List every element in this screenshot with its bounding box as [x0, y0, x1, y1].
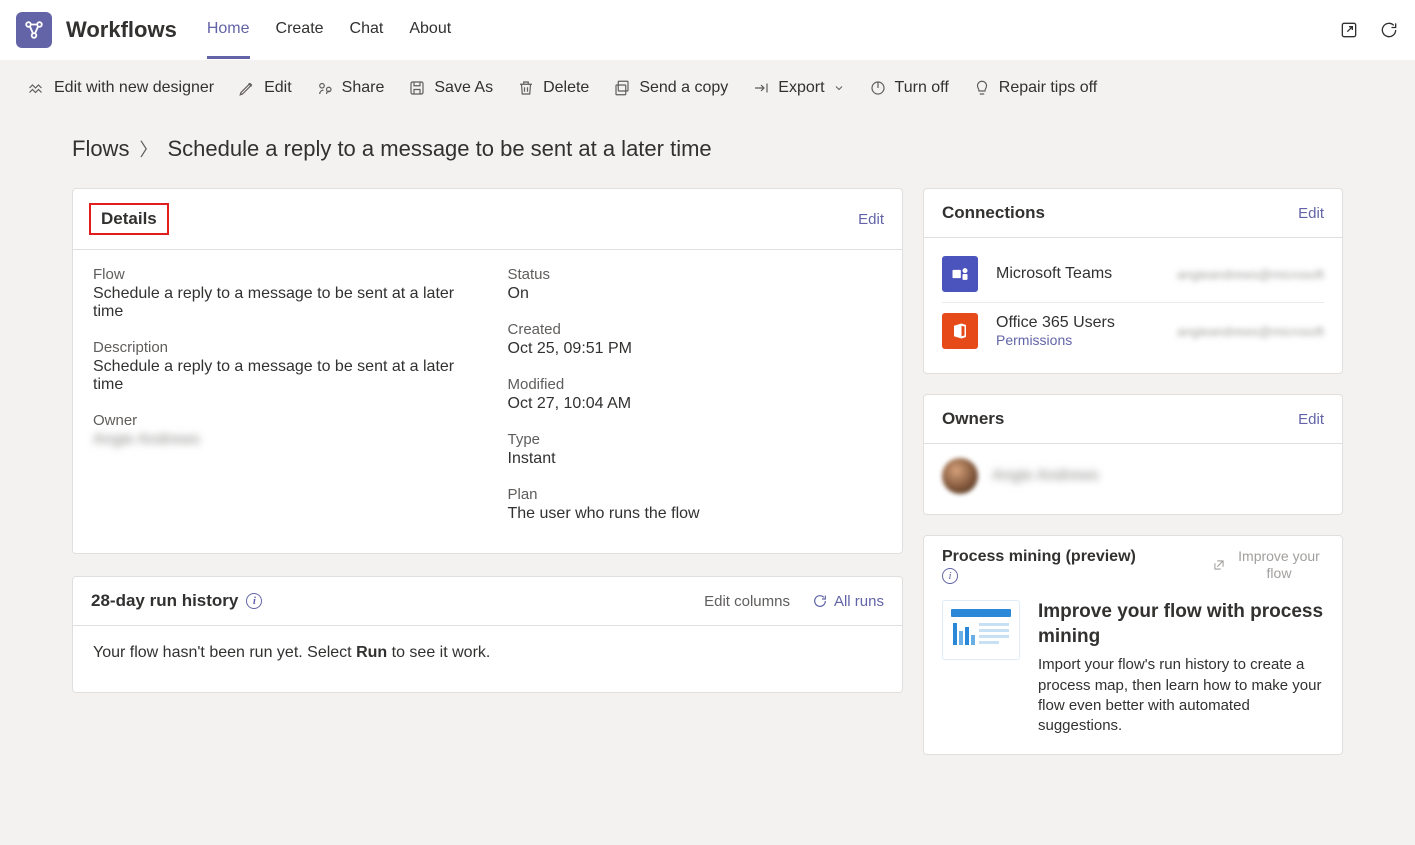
owner-item: Angie Andrews [942, 458, 1324, 494]
external-link-icon [1212, 558, 1226, 572]
teams-icon [942, 256, 978, 292]
share-label: Share [342, 79, 385, 97]
repair-tips-label: Repair tips off [999, 79, 1097, 97]
description-label: Description [93, 339, 468, 356]
avatar [942, 458, 978, 494]
owner-name: Angie Andrews [992, 467, 1099, 485]
connection-item: Office 365 Users Permissions angieandrew… [942, 303, 1324, 359]
run-history-card: 28-day run history i Edit columns All ru… [72, 576, 903, 693]
breadcrumb-root[interactable]: Flows [72, 136, 129, 162]
all-runs-link[interactable]: All runs [812, 593, 884, 610]
edit-new-designer-button[interactable]: Edit with new designer [28, 79, 214, 97]
modified-value: Oct 27, 10:04 AM [508, 395, 883, 413]
delete-button[interactable]: Delete [517, 79, 589, 97]
plan-value: The user who runs the flow [508, 505, 883, 523]
created-label: Created [508, 321, 883, 338]
connections-title: Connections [942, 203, 1045, 223]
process-mining-title: Process mining (preview) [942, 548, 1136, 566]
details-title: Details [89, 203, 169, 235]
owner-value: Angie Andrews [93, 431, 468, 449]
app-title: Workflows [66, 17, 177, 43]
owner-label: Owner [93, 412, 468, 429]
export-button[interactable]: Export [752, 79, 844, 97]
repair-tips-button[interactable]: Repair tips off [973, 79, 1097, 97]
side-column: Connections Edit Microsoft Teams angiean… [923, 188, 1343, 755]
permissions-link[interactable]: Permissions [996, 332, 1115, 348]
info-icon[interactable]: i [246, 593, 262, 609]
type-label: Type [508, 431, 883, 448]
owners-edit-link[interactable]: Edit [1298, 411, 1324, 428]
tab-about[interactable]: About [409, 20, 451, 59]
description-value: Schedule a reply to a message to be sent… [93, 358, 468, 394]
owners-title: Owners [942, 409, 1004, 429]
modified-label: Modified [508, 376, 883, 393]
tab-chat[interactable]: Chat [350, 20, 384, 59]
breadcrumb-current: Schedule a reply to a message to be sent… [167, 136, 711, 162]
refresh-icon[interactable] [1379, 20, 1399, 40]
details-edit-link[interactable]: Edit [858, 211, 884, 228]
connection-account: angieandrews@microsoft [1177, 324, 1324, 339]
save-as-button[interactable]: Save As [408, 79, 493, 97]
flow-value: Schedule a reply to a message to be sent… [93, 285, 468, 321]
export-label: Export [778, 79, 824, 97]
popout-icon[interactable] [1339, 20, 1359, 40]
owners-card: Owners Edit Angie Andrews [923, 394, 1343, 515]
tab-home[interactable]: Home [207, 20, 250, 59]
chevron-right-icon: 〉 [139, 136, 157, 162]
edit-new-designer-label: Edit with new designer [54, 79, 214, 97]
command-bar: Edit with new designer Edit Share Save A… [0, 60, 1415, 116]
edit-columns-link[interactable]: Edit columns [704, 593, 790, 610]
improve-flow-link[interactable]: Improve your flow [1212, 548, 1324, 582]
status-label: Status [508, 266, 883, 283]
delete-label: Delete [543, 79, 589, 97]
edit-button[interactable]: Edit [238, 79, 292, 97]
run-history-message: Your flow hasn't been run yet. Select Ru… [73, 626, 902, 692]
connections-edit-link[interactable]: Edit [1298, 205, 1324, 222]
info-icon[interactable]: i [942, 568, 958, 584]
turn-off-button[interactable]: Turn off [869, 79, 949, 97]
send-copy-label: Send a copy [639, 79, 728, 97]
status-value: On [508, 285, 883, 303]
type-value: Instant [508, 450, 883, 468]
breadcrumb: Flows 〉 Schedule a reply to a message to… [18, 116, 1397, 188]
refresh-icon [812, 593, 828, 609]
connection-item: Microsoft Teams angieandrews@microsoft [942, 246, 1324, 303]
tab-create[interactable]: Create [276, 20, 324, 59]
share-button[interactable]: Share [316, 79, 385, 97]
main-area: Flows 〉 Schedule a reply to a message to… [0, 116, 1415, 845]
content-row: Details Edit Flow Schedule a reply to a … [18, 188, 1397, 755]
edit-label: Edit [264, 79, 292, 97]
connection-name: Microsoft Teams [996, 265, 1112, 283]
connection-name: Office 365 Users [996, 314, 1115, 332]
process-mining-card: Process mining (preview) i Improve your … [923, 535, 1343, 755]
created-value: Oct 25, 09:51 PM [508, 340, 883, 358]
nav-tabs: Home Create Chat About [207, 11, 451, 50]
flow-label: Flow [93, 266, 468, 283]
top-bar: Workflows Home Create Chat About [0, 0, 1415, 60]
chevron-down-icon [833, 82, 845, 94]
process-map-icon [942, 600, 1020, 660]
run-history-title: 28-day run history [91, 591, 238, 611]
details-card: Details Edit Flow Schedule a reply to a … [72, 188, 903, 554]
main-column: Details Edit Flow Schedule a reply to a … [72, 188, 903, 755]
turn-off-label: Turn off [895, 79, 949, 97]
process-mining-heading: Improve your flow with process mining [1038, 600, 1324, 649]
connection-account: angieandrews@microsoft [1177, 267, 1324, 282]
connections-card: Connections Edit Microsoft Teams angiean… [923, 188, 1343, 374]
plan-label: Plan [508, 486, 883, 503]
send-copy-button[interactable]: Send a copy [613, 79, 728, 97]
office-icon [942, 313, 978, 349]
save-as-label: Save As [434, 79, 493, 97]
process-mining-desc: Import your flow's run history to create… [1038, 655, 1324, 736]
app-icon [16, 12, 52, 48]
